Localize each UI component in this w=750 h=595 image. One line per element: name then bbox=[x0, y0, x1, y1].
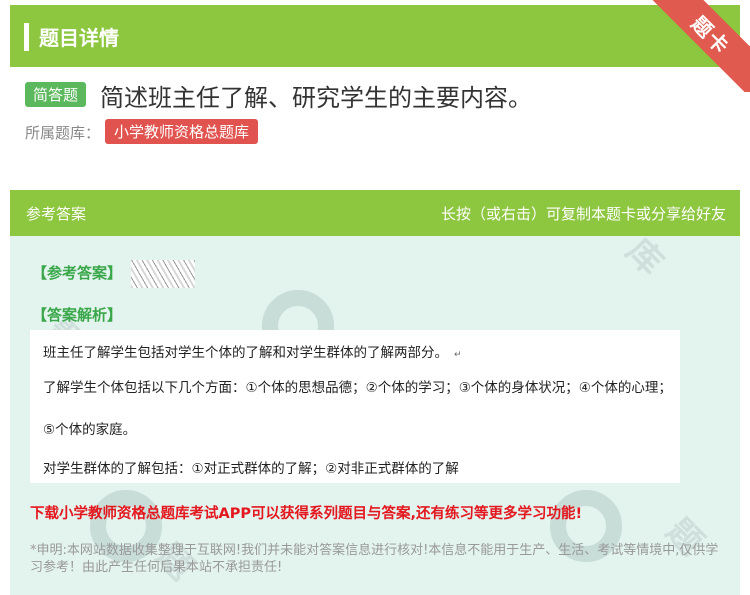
answer-panel-header: 参考答案 长按（或右击）可复制本题卡或分享给好友 bbox=[10, 190, 740, 236]
answer-panel-title: 参考答案 bbox=[26, 205, 87, 223]
bank-link[interactable]: 小学教师资格总题库 bbox=[105, 119, 259, 144]
disclaimer: *申明:本网站数据收集整理于互联网!我们并未能对答案信息进行核对!本信息不能用于… bbox=[30, 543, 719, 575]
question-type-tag: 简答题 bbox=[25, 82, 87, 107]
explanation-box: 班主任了解学生包括对学生个体的了解和对学生群体的了解两部分。 ↵ 了解学生个体包括… bbox=[30, 330, 680, 483]
explanation-line: 对学生群体的了解包括：①对正式群体的了解；②对非正式群体的了解 bbox=[43, 461, 459, 477]
question-text: 简述班主任了解、研究学生的主要内容。 bbox=[100, 84, 532, 112]
explanation-line-text: 班主任了解学生包括对学生个体的了解和对学生群体的了解两部分。 bbox=[43, 345, 448, 361]
answer-image bbox=[131, 260, 195, 288]
answer-label: 【参考答案】 bbox=[32, 264, 123, 282]
paragraph-mark-icon: ↵ bbox=[454, 350, 462, 360]
header-accent bbox=[24, 23, 29, 51]
explanation-line: ⑤个体的家庭。 bbox=[43, 422, 137, 438]
ribbon-label: 题卡 bbox=[642, 0, 750, 92]
bank-label: 所属题库： bbox=[25, 124, 101, 142]
share-hint: 长按（或右击）可复制本题卡或分享给好友 bbox=[440, 205, 726, 223]
answer-panel: 题 库 题 题 参考答案 长按（或右击）可复制本题卡或分享给好友 【参考答案】 … bbox=[10, 190, 740, 595]
app-download-link[interactable]: 下载小学教师资格总题库考试APP可以获得系列题目与答案,还有练习等更多学习功能! bbox=[30, 502, 582, 523]
card-ribbon: 题卡 bbox=[602, 0, 750, 92]
page-title: 题目详情 bbox=[39, 26, 119, 50]
explanation-line: 了解学生个体包括以下几个方面：①个体的思想品德；②个体的学习；③个体的身体状况；… bbox=[43, 380, 672, 396]
explanation-line: 班主任了解学生包括对学生个体的了解和对学生群体的了解两部分。 ↵ bbox=[43, 341, 462, 361]
explanation-label: 【答案解析】 bbox=[32, 306, 123, 324]
